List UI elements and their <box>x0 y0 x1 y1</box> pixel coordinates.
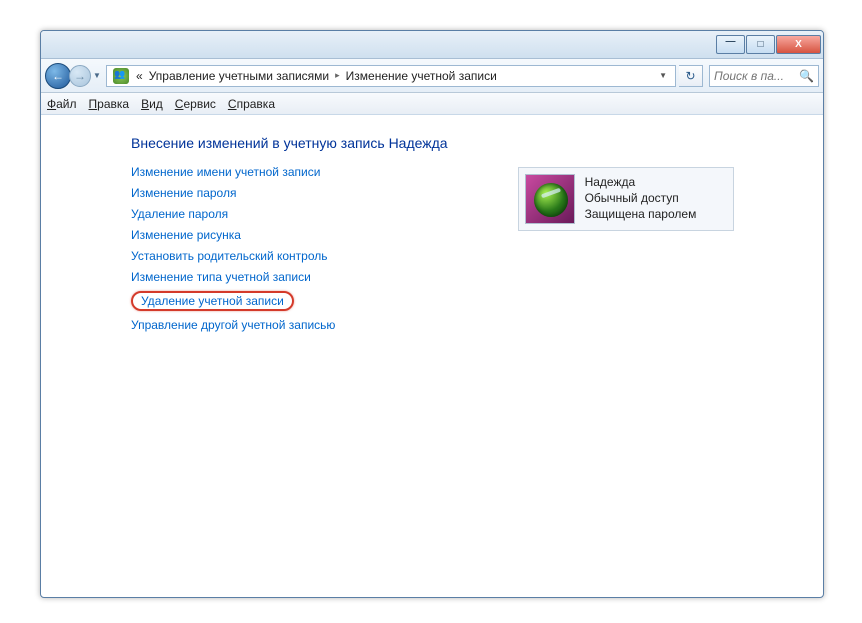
account-protection: Защищена паролем <box>585 206 697 222</box>
nav-arrows: ← → ▼ <box>45 63 103 89</box>
refresh-button[interactable]: ↻ <box>679 65 703 87</box>
account-column: Надежда Обычный доступ Защищена паролем <box>518 135 734 332</box>
link-delete-account[interactable]: Удаление учетной записи <box>131 291 294 311</box>
back-arrow-icon: ← <box>52 69 64 83</box>
link-change-password[interactable]: Изменение пароля <box>131 186 448 200</box>
menubar: Файл Правка Вид Сервис Справка <box>41 93 823 115</box>
content-area: Внесение изменений в учетную запись Наде… <box>41 115 823 332</box>
account-name: Надежда <box>585 174 697 190</box>
maximize-icon: □ <box>757 39 763 50</box>
refresh-icon: ↻ <box>685 69 695 83</box>
link-change-picture[interactable]: Изменение рисунка <box>131 228 448 242</box>
breadcrumb-arrow-icon[interactable]: ▸ <box>332 70 343 81</box>
link-remove-password[interactable]: Удаление пароля <box>131 207 448 221</box>
breadcrumb-segment-change[interactable]: Изменение учетной записи <box>343 69 500 83</box>
page-heading: Внесение изменений в учетную запись Наде… <box>131 135 448 151</box>
titlebar: — □ X <box>41 31 823 59</box>
forward-button[interactable]: → <box>69 65 91 87</box>
forward-arrow-icon: → <box>74 69 86 83</box>
search-input[interactable] <box>714 69 794 83</box>
search-box[interactable]: 🔍 <box>709 65 819 87</box>
address-dropdown[interactable]: ▼ <box>653 71 673 80</box>
breadcrumb-chevrons: « <box>133 69 146 83</box>
address-bar[interactable]: « Управление учетными записями ▸ Изменен… <box>106 65 676 87</box>
history-dropdown[interactable]: ▼ <box>91 67 103 85</box>
link-parental-controls[interactable]: Установить родительский контроль <box>131 249 448 263</box>
account-info: Надежда Обычный доступ Защищена паролем <box>585 174 697 224</box>
menu-help[interactable]: Справка <box>228 97 275 111</box>
menu-view[interactable]: Вид <box>141 97 163 111</box>
tasks-column: Внесение изменений в учетную запись Наде… <box>131 135 448 332</box>
minimize-button[interactable]: — <box>716 35 745 54</box>
account-avatar <box>525 174 575 224</box>
breadcrumb-segment-accounts[interactable]: Управление учетными записями <box>146 69 332 83</box>
close-icon: X <box>795 39 802 50</box>
chevron-down-icon: ▼ <box>93 71 101 80</box>
menu-tools[interactable]: Сервис <box>175 97 216 111</box>
user-accounts-icon <box>113 68 129 84</box>
back-button[interactable]: ← <box>45 63 71 89</box>
task-links: Изменение имени учетной записи Изменение… <box>131 165 448 332</box>
link-manage-other[interactable]: Управление другой учетной записью <box>131 318 448 332</box>
menu-file[interactable]: Файл <box>47 97 77 111</box>
account-type: Обычный доступ <box>585 190 697 206</box>
account-tile[interactable]: Надежда Обычный доступ Защищена паролем <box>518 167 734 231</box>
link-change-name[interactable]: Изменение имени учетной записи <box>131 165 448 179</box>
search-icon[interactable]: 🔍 <box>799 69 814 83</box>
close-button[interactable]: X <box>776 35 821 54</box>
link-change-type[interactable]: Изменение типа учетной записи <box>131 270 448 284</box>
maximize-button[interactable]: □ <box>746 35 775 54</box>
navbar: ← → ▼ « Управление учетными записями ▸ И… <box>41 59 823 93</box>
minimize-icon: — <box>726 36 736 47</box>
control-panel-window: — □ X ← → ▼ « Управление учетными запися… <box>40 30 824 598</box>
menu-edit[interactable]: Правка <box>89 97 130 111</box>
